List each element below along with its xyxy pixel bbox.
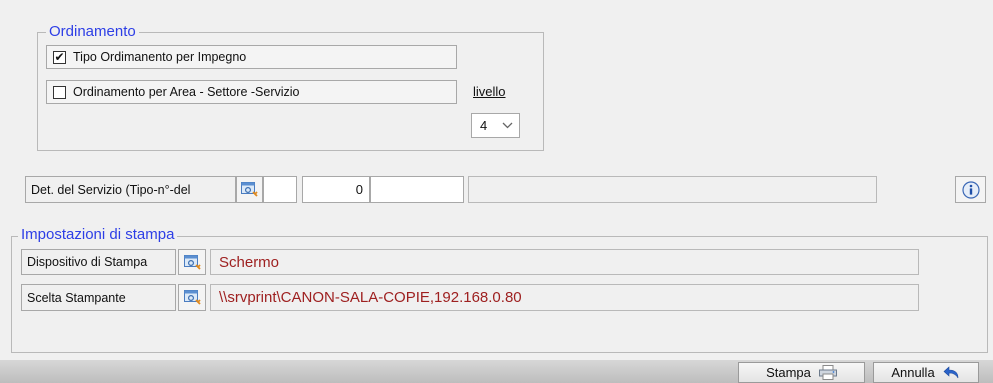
impostazioni-stampa-title: Impostazioni di stampa	[18, 226, 178, 244]
stampa-button[interactable]: Stampa	[738, 362, 865, 383]
option-tipo-ordinamento-label: Tipo Ordimanento per Impegno	[73, 50, 247, 64]
search-picker-icon	[183, 290, 201, 305]
livello-label: livello	[473, 84, 506, 99]
printer-icon	[818, 365, 837, 380]
stampa-button-label: Stampa	[766, 365, 811, 380]
ordinamento-title: Ordinamento	[46, 23, 139, 41]
livello-select[interactable]: 4	[471, 113, 520, 138]
det-servizio-picker-button[interactable]	[236, 176, 263, 203]
det-servizio-numero-value: 0	[355, 182, 363, 197]
info-icon	[961, 180, 980, 199]
det-servizio-data-input[interactable]	[370, 176, 464, 203]
det-servizio-descrizione-field	[468, 176, 877, 203]
checkbox-area-settore-servizio[interactable]	[53, 85, 66, 99]
dispositivo-stampa-value: Schermo	[210, 249, 919, 275]
det-servizio-numero-input[interactable]: 0	[302, 176, 370, 203]
scelta-stampante-label: Scelta Stampante	[21, 284, 176, 311]
dispositivo-picker-button[interactable]	[178, 249, 206, 275]
annulla-button[interactable]: Annulla	[873, 362, 979, 383]
checkbox-tipo-ordinamento[interactable]: ✔	[53, 50, 66, 64]
dispositivo-stampa-label: Dispositivo di Stampa	[21, 249, 176, 275]
det-servizio-label: Det. del Servizio (Tipo-n°-del	[25, 176, 236, 203]
search-picker-icon	[183, 254, 201, 270]
livello-value: 4	[480, 118, 488, 133]
option-tipo-ordinamento[interactable]: ✔ Tipo Ordimanento per Impegno	[46, 45, 457, 69]
stampante-picker-button[interactable]	[178, 284, 206, 311]
chevron-down-icon	[502, 120, 513, 132]
option-area-settore-servizio-label: Ordinamento per Area - Settore -Servizio	[73, 85, 300, 99]
scelta-stampante-value: \\srvprint\CANON-SALA-COPIE,192.168.0.80	[210, 284, 919, 311]
option-area-settore-servizio[interactable]: Ordinamento per Area - Settore -Servizio	[46, 80, 457, 104]
undo-icon	[943, 365, 958, 378]
det-servizio-tipo-input[interactable]	[263, 176, 297, 203]
annulla-button-label: Annulla	[891, 365, 935, 380]
search-picker-icon	[241, 182, 258, 197]
info-button[interactable]	[955, 176, 986, 203]
